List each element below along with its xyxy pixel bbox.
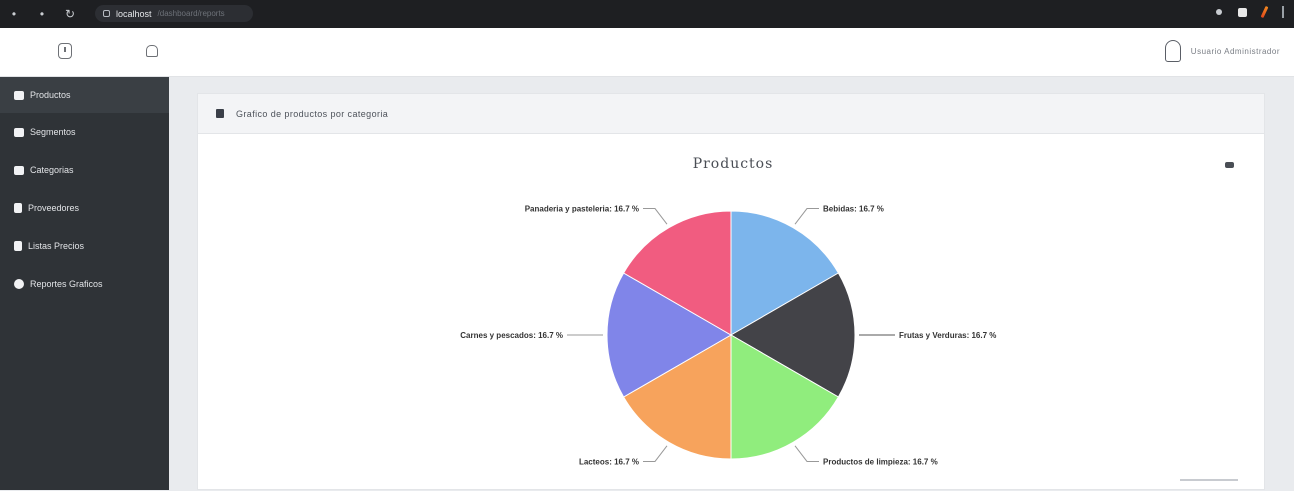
sidebar-item-label: Reportes Graficos: [30, 279, 103, 289]
lock-icon: [103, 10, 110, 17]
address-bar[interactable]: localhost /dashboard/reports: [95, 5, 253, 22]
scroll-indicator: [1180, 479, 1238, 481]
circle-icon: [14, 279, 24, 289]
folder-icon: [14, 90, 24, 100]
pie-label-connector: [643, 445, 668, 462]
pie-slice-label: Panaderia y pasteleria: 16.7 %: [525, 205, 639, 214]
pencil-extension-icon[interactable]: [1260, 5, 1269, 19]
address-url-path: /dashboard/reports: [157, 9, 225, 18]
browser-menu-icon[interactable]: [1282, 6, 1284, 18]
sidebar-item-label: Listas Precios: [28, 241, 85, 251]
chart-panel: Grafico de productos por categoria Produ…: [197, 93, 1265, 490]
pie-slice-label: Productos de limpieza: 16.7 %: [823, 457, 938, 466]
list-icon: [14, 241, 22, 251]
pie-label-connector: [794, 445, 819, 462]
user-avatar-icon: [1164, 40, 1181, 62]
extension-box-icon[interactable]: [1238, 7, 1247, 17]
sidebar-item-label: Proveedores: [28, 203, 80, 213]
sidebar-item-productos[interactable]: Productos: [0, 77, 169, 113]
pie-slice-label: Lacteos: 16.7 %: [579, 457, 639, 466]
reload-icon[interactable]: ↻: [56, 7, 84, 21]
sidebar-item-segmentos[interactable]: Segmentos: [0, 113, 169, 151]
pie-slice-label: Carnes y pescados: 16.7 %: [460, 331, 563, 340]
user-name: Usuario Administrador: [1190, 46, 1280, 56]
back-arrow-icon[interactable]: •: [0, 7, 28, 21]
app-topbar: Usuario Administrador: [0, 28, 1294, 77]
sidebar-item-categorias[interactable]: Categorias: [0, 151, 169, 189]
extension-dot-icon[interactable]: [1216, 9, 1222, 15]
sidebar-item-proveedores[interactable]: Proveedores: [0, 189, 169, 227]
sidebar: Productos Segmentos Categorias Proveedor…: [0, 77, 169, 490]
pie-slice-label: Frutas y Verduras: 16.7 %: [899, 331, 996, 340]
folder-icon: [14, 165, 24, 175]
pie-label-connector: [643, 208, 668, 225]
browser-toolbar: • • ↻ localhost /dashboard/reports: [0, 0, 1294, 28]
user-menu[interactable]: Usuario Administrador: [1164, 40, 1280, 62]
forward-arrow-icon[interactable]: •: [28, 7, 56, 21]
sidebar-item-label: Segmentos: [30, 127, 76, 137]
pie-chart: Bebidas: 16.7 % Frutas y Verduras: 16.7 %…: [460, 205, 996, 467]
bell-icon[interactable]: [146, 45, 158, 57]
sidebar-item-label: Productos: [30, 90, 71, 100]
pie-label-connector: [794, 208, 819, 225]
tag-icon: [14, 127, 24, 137]
sidebar-item-listas-precios[interactable]: Listas Precios: [0, 227, 169, 265]
pie-slice-label: Bebidas: 16.7 %: [823, 205, 884, 214]
sidebar-item-label: Categorias: [30, 165, 74, 175]
document-icon: [14, 203, 22, 213]
address-url: localhost: [116, 8, 152, 19]
sidebar-item-reportes-graficos[interactable]: Reportes Graficos: [0, 265, 169, 303]
clock-icon[interactable]: [58, 43, 72, 59]
